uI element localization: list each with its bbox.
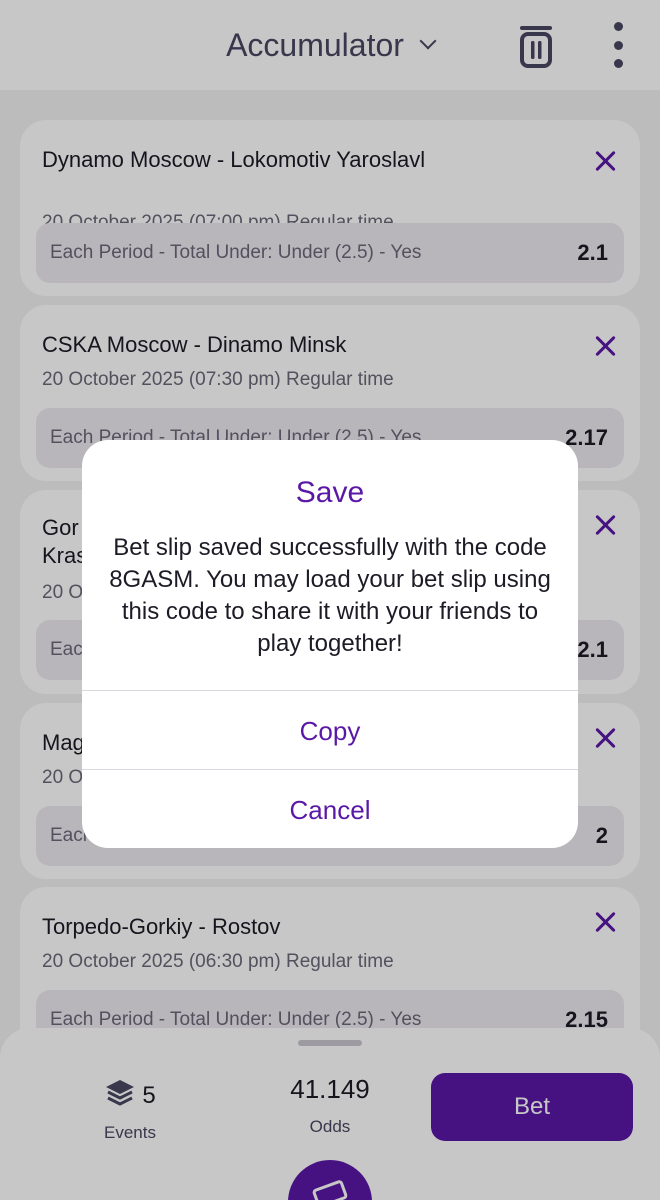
cancel-button[interactable]: Cancel [82, 771, 578, 848]
save-dialog: Save Bet slip saved successfully with th… [82, 440, 578, 848]
divider [82, 769, 578, 770]
divider [82, 690, 578, 691]
copy-button[interactable]: Copy [82, 692, 578, 770]
dialog-message: Bet slip saved successfully with the cod… [109, 534, 551, 657]
dialog-title: Save [295, 476, 365, 509]
